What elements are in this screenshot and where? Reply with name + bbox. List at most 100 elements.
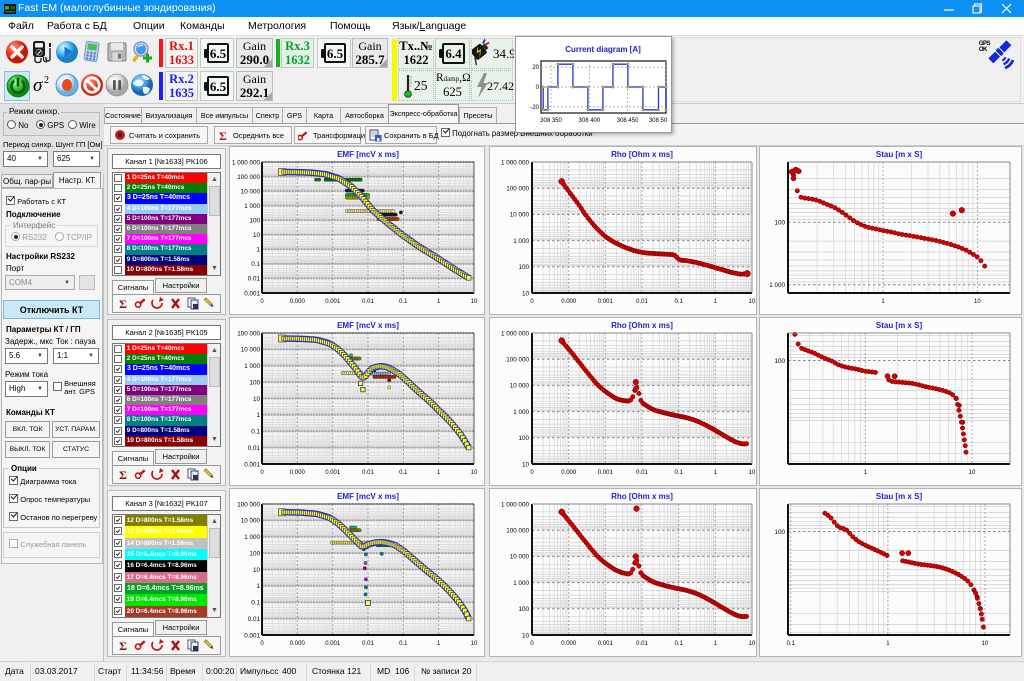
svg-text:2: 2	[44, 75, 49, 86]
svg-text:0.000: 0.000	[290, 299, 306, 305]
svg-text:10: 10	[969, 470, 976, 476]
svg-text:0.001: 0.001	[598, 299, 614, 305]
svg-text:Rho [Ohm x ms]: Rho [Ohm x ms]	[611, 321, 673, 330]
svg-text:1: 1	[256, 583, 260, 590]
svg-text:100: 100	[249, 379, 260, 386]
svg-text:100 000: 100 000	[237, 501, 260, 508]
svg-text:10: 10	[471, 299, 478, 305]
svg-text:0.001: 0.001	[244, 290, 260, 297]
svg-text:0.000: 0.000	[561, 641, 577, 647]
svg-text:0.01: 0.01	[248, 276, 261, 283]
svg-text:0.1: 0.1	[399, 641, 408, 647]
svg-text:10 000: 10 000	[241, 188, 261, 195]
svg-text:Σ: Σ	[119, 639, 127, 653]
svg-text:1 000 000: 1 000 000	[501, 330, 530, 337]
svg-text:1 000 000: 1 000 000	[501, 501, 530, 508]
svg-text:0.1: 0.1	[251, 261, 260, 268]
svg-text:σ: σ	[33, 75, 43, 96]
svg-text:0.1: 0.1	[675, 299, 684, 305]
svg-text:10: 10	[522, 461, 530, 468]
svg-text:0.001: 0.001	[325, 299, 341, 305]
svg-text:Σ: Σ	[119, 297, 127, 311]
svg-text:0.01: 0.01	[636, 470, 648, 476]
svg-text:0.1: 0.1	[399, 470, 408, 476]
svg-text:10 000: 10 000	[241, 347, 261, 354]
svg-text:100: 100	[249, 550, 260, 557]
svg-text:Current diagram [A]: Current diagram [A]	[565, 45, 641, 54]
svg-text:0.1: 0.1	[251, 429, 260, 436]
svg-text:100: 100	[518, 264, 529, 271]
svg-text:10: 10	[522, 290, 530, 297]
svg-text:10: 10	[749, 641, 756, 647]
svg-text:0.000: 0.000	[561, 470, 577, 476]
svg-text:1 000: 1 000	[513, 409, 529, 416]
svg-text:Σ: Σ	[219, 129, 227, 141]
svg-text:1 000: 1 000	[513, 238, 529, 245]
svg-text:1 000 000: 1 000 000	[501, 159, 530, 166]
svg-text:34.9: 34.9	[493, 46, 514, 61]
svg-text:0.1: 0.1	[675, 641, 684, 647]
svg-text:1 000: 1 000	[513, 580, 529, 587]
svg-text:100: 100	[774, 358, 785, 365]
svg-text:EMF [mcV x ms]: EMF [mcV x ms]	[337, 492, 399, 501]
svg-text:100 000: 100 000	[237, 174, 260, 181]
svg-text:0.01: 0.01	[362, 299, 374, 305]
svg-text:100: 100	[518, 435, 529, 442]
svg-text:0.001: 0.001	[244, 461, 260, 468]
svg-text:-20: -20	[530, 105, 539, 111]
svg-text:10: 10	[749, 299, 756, 305]
svg-text:1 000: 1 000	[769, 282, 785, 289]
svg-text:EMF [mcV x ms]: EMF [mcV x ms]	[337, 150, 399, 159]
svg-text:0.001: 0.001	[325, 470, 341, 476]
svg-text:0.001: 0.001	[244, 632, 260, 639]
svg-text:100 000: 100 000	[506, 357, 529, 364]
svg-text:0.01: 0.01	[636, 641, 648, 647]
svg-text:100: 100	[249, 218, 260, 225]
svg-text:100: 100	[774, 220, 785, 227]
svg-text:0.01: 0.01	[248, 616, 261, 623]
svg-text:100 000: 100 000	[506, 186, 529, 193]
svg-text:308 450: 308 450	[617, 118, 639, 124]
svg-text:10: 10	[253, 396, 261, 403]
svg-text:0.000: 0.000	[561, 299, 577, 305]
svg-text:10 000: 10 000	[510, 212, 530, 219]
svg-text:10 000: 10 000	[510, 554, 530, 561]
svg-text:0.1: 0.1	[675, 470, 684, 476]
svg-text:Rho [Ohm x ms]: Rho [Ohm x ms]	[611, 150, 673, 159]
svg-text:27.42: 27.42	[487, 79, 514, 93]
svg-text:100 000: 100 000	[506, 528, 529, 535]
svg-text:10: 10	[253, 232, 261, 239]
svg-text:10: 10	[471, 470, 478, 476]
svg-text:100: 100	[518, 606, 529, 613]
svg-text:0.01: 0.01	[362, 641, 374, 647]
svg-text:25: 25	[414, 78, 428, 93]
svg-text:1 000: 1 000	[244, 363, 260, 370]
svg-text:0.1: 0.1	[251, 600, 260, 607]
svg-text:Rho [Ohm x ms]: Rho [Ohm x ms]	[611, 492, 673, 501]
svg-text:10: 10	[982, 641, 989, 647]
svg-text:10: 10	[749, 470, 756, 476]
svg-text:1 000: 1 000	[244, 534, 260, 541]
svg-text:0.01: 0.01	[636, 299, 648, 305]
svg-text:0.01: 0.01	[362, 470, 374, 476]
svg-text:Σ: Σ	[119, 468, 127, 482]
svg-text:0.1: 0.1	[787, 641, 796, 647]
svg-text:10: 10	[974, 299, 981, 305]
svg-text:100 000: 100 000	[237, 330, 260, 337]
svg-text:Stau [m x S]: Stau [m x S]	[876, 150, 923, 159]
svg-text:0.000: 0.000	[290, 641, 306, 647]
svg-text:0.001: 0.001	[598, 470, 614, 476]
svg-text:0.001: 0.001	[325, 641, 341, 647]
svg-text:308 350: 308 350	[540, 118, 562, 124]
svg-text:0.001: 0.001	[598, 641, 614, 647]
svg-text:1 000 000: 1 000 000	[232, 159, 261, 166]
svg-text:10 000: 10 000	[241, 518, 261, 525]
svg-text:0: 0	[536, 85, 540, 91]
svg-text:1 000: 1 000	[244, 203, 260, 210]
svg-text:0.1: 0.1	[399, 299, 408, 305]
svg-text:Stau [m x S]: Stau [m x S]	[876, 321, 923, 330]
svg-text:1: 1	[256, 412, 260, 419]
svg-text:10: 10	[522, 632, 530, 639]
svg-text:308 50: 308 50	[649, 118, 668, 124]
svg-text:EMF [mcV x ms]: EMF [mcV x ms]	[337, 321, 399, 330]
